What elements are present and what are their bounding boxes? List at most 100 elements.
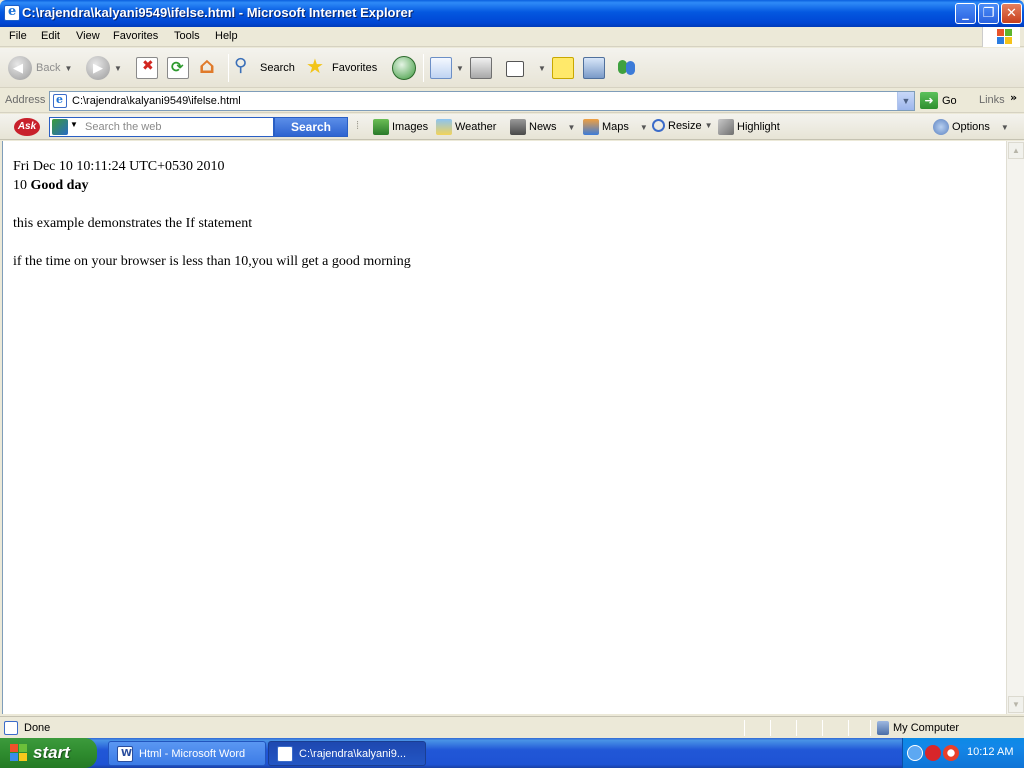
ask-options[interactable]: Options ▼ <box>933 119 1009 135</box>
history-icon <box>392 56 416 80</box>
ask-search-input[interactable]: ▼ Search the web <box>49 117 274 137</box>
home-icon: ⌂ <box>199 54 215 79</box>
title-bar[interactable]: C:\rajendra\kalyani9549\ifelse.html - Mi… <box>0 0 1024 27</box>
ask-search-button[interactable]: Search <box>274 117 348 137</box>
forward-button[interactable]: ▶ ▼ <box>86 54 122 82</box>
close-button[interactable]: ✕ <box>1001 3 1022 24</box>
status-text: Done <box>24 722 51 734</box>
news-icon <box>510 119 526 135</box>
start-button[interactable]: start <box>0 738 97 768</box>
ask-maps[interactable]: Maps ▼ <box>583 119 648 135</box>
ie-page-icon <box>4 4 20 21</box>
chevron-down-icon[interactable]: ▼ <box>70 120 78 129</box>
ask-toolbar: Ask ▼ Search the web Search ⁞ Images Wea… <box>0 114 1024 140</box>
task-ie-label: C:\rajendra\kalyani9... <box>299 747 406 760</box>
edit-icon <box>506 61 524 77</box>
ask-images[interactable]: Images <box>373 119 428 135</box>
home-button[interactable]: ⌂ <box>198 54 220 82</box>
chevron-down-icon[interactable]: ▼ <box>640 123 648 132</box>
chevron-down-icon[interactable]: ▼ <box>456 64 464 73</box>
zoom-icon <box>652 119 665 132</box>
vertical-scrollbar[interactable]: ▲ ▼ <box>1006 141 1024 714</box>
chevron-down-icon[interactable]: ▼ <box>114 64 122 73</box>
ask-logo[interactable]: Ask <box>14 118 40 136</box>
chevron-down-icon[interactable]: ▼ <box>64 64 72 73</box>
go-arrow-icon: ➜ <box>920 92 938 109</box>
menu-edit[interactable]: Edit <box>41 30 60 42</box>
menu-bar: File Edit View Favorites Tools Help <box>0 27 1024 47</box>
status-bar: Done My Computer <box>0 716 1024 738</box>
ask-weather-label: Weather <box>455 121 497 133</box>
scroll-up-icon[interactable]: ▲ <box>1008 142 1024 159</box>
favorites-label: Favorites <box>332 62 378 74</box>
status-divider <box>870 720 871 736</box>
address-input[interactable]: C:\rajendra\kalyani9549\ifelse.html ▼ <box>49 91 915 111</box>
status-divider <box>848 720 849 736</box>
chevron-down-icon[interactable]: ▼ <box>538 64 546 73</box>
research-button[interactable] <box>583 54 605 82</box>
menu-view[interactable]: View <box>76 30 100 42</box>
search-button[interactable]: ⚲ Search <box>234 54 295 82</box>
condition-text: if the time on your browser is less than… <box>13 254 411 269</box>
back-label: Back <box>36 62 61 74</box>
ask-resize-label: Resize <box>668 119 702 132</box>
restore-button[interactable]: ❐ <box>978 3 999 24</box>
links-chevron-icon[interactable]: » <box>1010 91 1017 104</box>
datetime-text: Fri Dec 10 10:11:24 UTC+0530 2010 <box>13 159 225 174</box>
scroll-down-icon[interactable]: ▼ <box>1008 696 1024 713</box>
globe-icon[interactable] <box>52 119 68 135</box>
hour-value: 10 <box>13 178 27 193</box>
system-tray: 10:12 AM <box>902 738 1024 768</box>
refresh-button[interactable]: ⟳ <box>167 54 189 82</box>
print-button[interactable] <box>470 54 492 82</box>
chevron-down-icon[interactable]: ▼ <box>705 121 713 130</box>
toolbar-separator <box>423 54 424 82</box>
address-value[interactable]: C:\rajendra\kalyani9549\ifelse.html <box>72 95 241 107</box>
ask-news[interactable]: News ▼ <box>510 119 575 135</box>
menu-help[interactable]: Help <box>215 30 238 42</box>
ask-weather[interactable]: Weather <box>436 119 496 135</box>
links-label[interactable]: Links <box>979 94 1005 106</box>
menu-favorites[interactable]: Favorites <box>113 30 158 42</box>
word-icon: W <box>117 745 133 762</box>
menu-tools[interactable]: Tools <box>174 30 200 42</box>
chevron-down-icon[interactable]: ▼ <box>897 92 914 110</box>
task-word[interactable]: W Html - Microsoft Word <box>108 741 266 766</box>
back-button[interactable]: ◀ Back ▼ <box>8 54 72 82</box>
edit-button[interactable]: ▼ <box>506 54 546 82</box>
messenger-button[interactable] <box>616 54 638 82</box>
status-divider <box>796 720 797 736</box>
ie-page-icon <box>4 721 18 735</box>
go-label: Go <box>942 94 957 107</box>
printer-icon <box>470 57 492 79</box>
start-label: start <box>33 743 70 762</box>
back-arrow-icon: ◀ <box>8 56 32 80</box>
minimize-button[interactable]: _ <box>955 3 976 24</box>
computer-icon <box>877 721 889 735</box>
ask-resize[interactable]: Resize ▼ <box>652 119 713 132</box>
antivirus-icon[interactable] <box>943 745 959 761</box>
show-hidden-icons-icon[interactable] <box>907 745 923 761</box>
mail-button[interactable]: ▼ <box>430 54 464 82</box>
gear-icon <box>933 119 949 135</box>
chevron-down-icon[interactable]: ▼ <box>568 123 576 132</box>
zone-label: My Computer <box>893 722 960 734</box>
status-divider <box>822 720 823 736</box>
star-icon: ★ <box>306 54 324 78</box>
task-ie[interactable]: C:\rajendra\kalyani9... <box>268 741 426 766</box>
document-body: Fri Dec 10 10:11:24 UTC+0530 2010 10 Goo… <box>13 157 411 271</box>
stop-button[interactable]: ✖ <box>136 54 158 82</box>
ask-news-label: News <box>529 121 557 133</box>
menu-file[interactable]: File <box>9 30 27 42</box>
notes-button[interactable] <box>552 54 574 82</box>
greeting-line: 10 Good day <box>13 176 411 195</box>
maps-icon <box>583 119 599 135</box>
history-button[interactable] <box>392 54 416 82</box>
go-button[interactable]: ➜ Go <box>920 92 957 109</box>
favorites-button[interactable]: ★ Favorites <box>306 54 377 82</box>
security-zone: My Computer <box>877 721 959 735</box>
ask-highlight[interactable]: Highlight <box>718 119 780 135</box>
clock[interactable]: 10:12 AM <box>967 746 1013 758</box>
chevron-down-icon[interactable]: ▼ <box>1001 123 1009 132</box>
security-shield-icon[interactable] <box>925 745 941 761</box>
